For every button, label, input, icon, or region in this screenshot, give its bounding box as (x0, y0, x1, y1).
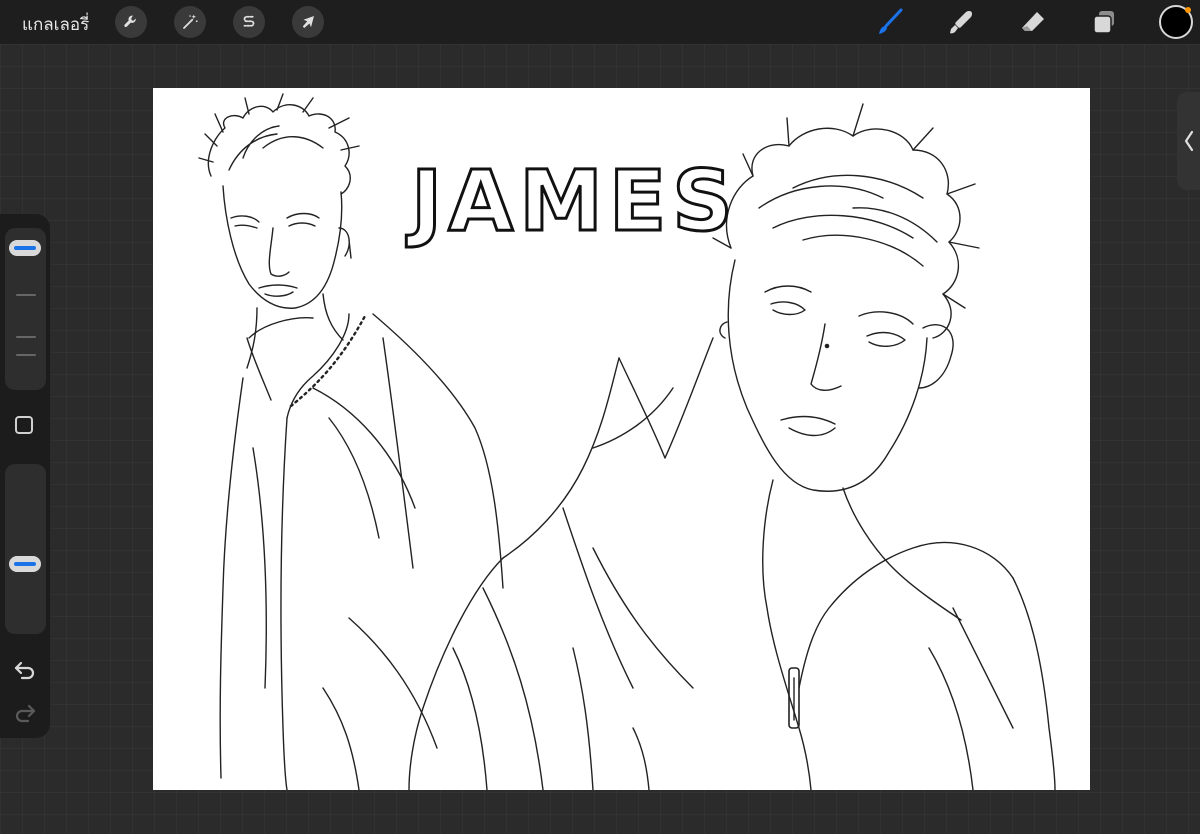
left-sidebar (0, 214, 50, 738)
top-toolbar: แกลเลอรี่ (0, 0, 1200, 44)
undo-icon (14, 661, 35, 680)
drawing-canvas[interactable]: JAMES (153, 88, 1090, 790)
color-indicator-dot (1185, 7, 1191, 13)
opacity-slider[interactable] (5, 464, 46, 634)
slider-tick (16, 354, 36, 356)
opacity-thumb[interactable] (9, 555, 41, 572)
slider-tick (16, 336, 36, 338)
sketch-artwork: JAMES (198, 93, 1056, 790)
wrench-icon (124, 15, 136, 28)
transform-button[interactable] (292, 6, 324, 38)
slider-tick (16, 294, 36, 296)
eraser-icon (1022, 12, 1044, 31)
undo-button[interactable] (13, 659, 37, 681)
modify-button[interactable] (15, 416, 33, 434)
magic-wand-icon (183, 14, 198, 29)
redo-button[interactable] (13, 702, 37, 724)
james-lettering: JAMES (405, 151, 739, 252)
brush-button[interactable] (871, 4, 907, 40)
brush-size-slider[interactable] (5, 228, 46, 390)
right-panel-toggle[interactable] (1177, 92, 1200, 190)
layers-button[interactable] (1086, 4, 1122, 40)
adjustments-button[interactable] (174, 6, 206, 38)
brush-icon (879, 8, 903, 34)
eraser-button[interactable] (1015, 4, 1051, 40)
selection-button[interactable] (233, 6, 265, 38)
brush-size-thumb[interactable] (9, 240, 41, 257)
gallery-button[interactable]: แกลเลอรี่ (22, 11, 89, 38)
chevron-left-icon (1184, 130, 1193, 152)
canvas-title-text: JAMES (406, 152, 739, 250)
smudge-button[interactable] (943, 4, 979, 40)
layers-icon (1093, 11, 1114, 34)
arrow-cursor-icon (302, 16, 314, 28)
selection-s-icon (243, 15, 255, 27)
color-picker-button[interactable] (1159, 5, 1193, 39)
actions-button[interactable] (115, 6, 147, 38)
smudge-icon (950, 11, 972, 34)
redo-icon (15, 704, 36, 723)
